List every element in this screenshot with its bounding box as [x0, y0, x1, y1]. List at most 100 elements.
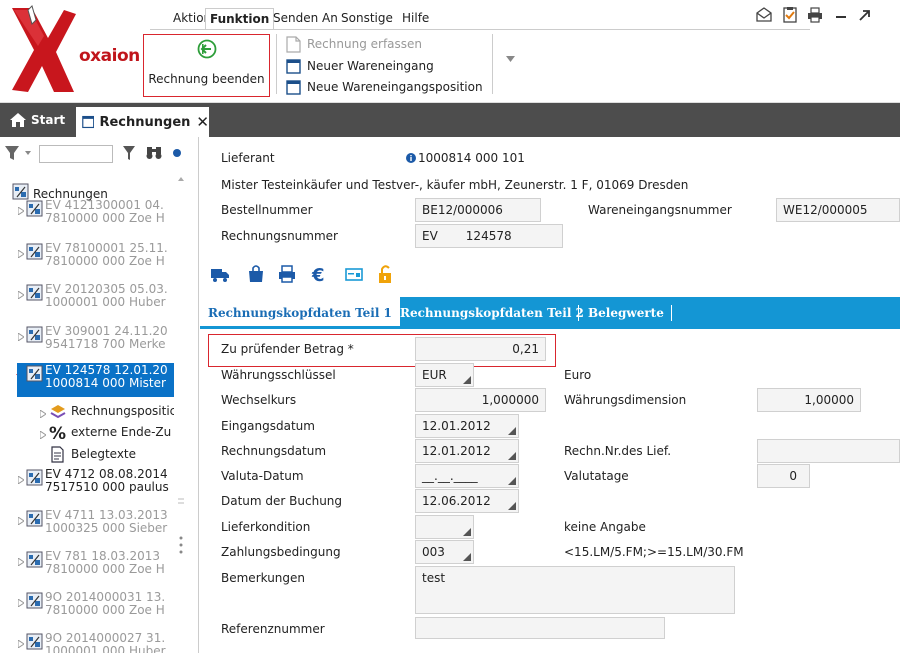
invoice-icon: [26, 510, 43, 527]
rechnr-lief-label: Rechn.Nr.des Lief.: [564, 444, 672, 458]
tab-kopfdaten-1[interactable]: Rechnungskopfdaten Teil 1: [200, 297, 400, 329]
wareneingangsnummer-field[interactable]: WE12/000005: [776, 198, 900, 222]
waehrung-dropdown[interactable]: EUR: [415, 363, 474, 387]
menu-funktion[interactable]: Funktion: [205, 8, 275, 30]
tree-item-subtitle: 7810000 000 Zoe H: [45, 562, 165, 576]
valutatage-field[interactable]: 0: [757, 464, 810, 488]
ribbon: oxaion Aktion Funktion Senden An Sonstig…: [0, 0, 900, 103]
tree-filter-input[interactable]: [39, 145, 113, 163]
print-icon[interactable]: [277, 264, 297, 284]
tree-expand-icon[interactable]: [17, 288, 25, 300]
truck-icon[interactable]: [210, 264, 230, 284]
close-icon[interactable]: ✕: [196, 113, 209, 131]
wechselkurs-field[interactable]: 1,000000: [415, 388, 546, 412]
chevron-down-icon[interactable]: [506, 56, 515, 62]
tree-child-item[interactable]: externe Ende-Zu: [71, 426, 174, 439]
lieferkondition-text: keine Angabe: [564, 520, 646, 534]
tree-item[interactable]: EV 4712 08.08.2014 7517510 000 paulus: [45, 468, 175, 494]
buchung-label: Datum der Buchung: [221, 494, 343, 508]
lieferant-value[interactable]: 1000814 000 101: [418, 151, 525, 165]
eingangsdatum-label: Eingangsdatum: [221, 419, 315, 433]
tree-item[interactable]: EV 4121300001 04. 7810000 000 Zoe H: [45, 199, 175, 225]
tree-expand-icon[interactable]: [17, 637, 25, 649]
eingangsdatum-field[interactable]: 12.01.2012: [415, 414, 519, 438]
invoice-folder-icon: [12, 183, 29, 200]
wechselkurs-label: Wechselkurs: [221, 393, 297, 407]
tree-item-subtitle: 1000001 000 Huber: [45, 644, 166, 653]
rechnr-lief-field[interactable]: [757, 439, 900, 463]
bestellnummer-label: Bestellnummer: [221, 203, 313, 217]
tree-item[interactable]: EV 124578 12.01.20 1000814 000 Mister: [45, 364, 175, 390]
tree-item[interactable]: EV 20120305 05.03. 1000001 000 Huber: [45, 283, 175, 309]
rechnungsdatum-field[interactable]: 12.01.2012: [415, 439, 519, 463]
window-icon: [82, 115, 95, 129]
tree-item[interactable]: 9O 2014000031 13. 7810000 000 Zoe H: [45, 591, 175, 617]
tree-expand-icon[interactable]: [17, 330, 25, 342]
tree-item[interactable]: EV 78100001 25.11. 7810000 000 Zoe H: [45, 242, 175, 268]
ribbon-separator: [492, 34, 493, 94]
window-icon: [286, 79, 301, 95]
sidebar-tree: Rechnungen EV 4121300001 04. 7810000 000 …: [0, 137, 199, 653]
invoice-icon: [26, 469, 43, 486]
buchung-field[interactable]: 12.06.2012: [415, 489, 519, 513]
finish-invoice-button[interactable]: Rechnung beenden: [143, 34, 270, 97]
mail-icon[interactable]: [755, 6, 773, 24]
filter-icon[interactable]: [122, 145, 136, 161]
filter-dropdown-icon[interactable]: [4, 145, 34, 161]
shopping-bag-icon[interactable]: [246, 264, 266, 284]
tree-item-subtitle: 1000001 000 Huber: [45, 295, 166, 309]
tab-rechnungen[interactable]: Rechnungen ✕: [76, 107, 209, 137]
bestellnummer-field[interactable]: BE12/000006: [415, 198, 541, 222]
valuta-field[interactable]: __.__.____: [415, 464, 519, 488]
lieferkondition-label: Lieferkondition: [221, 520, 311, 534]
card-icon[interactable]: [344, 264, 364, 284]
invoice-detail-panel: Lieferant 1000814 000 101 Mister Testein…: [200, 137, 900, 653]
lieferkondition-dropdown[interactable]: [415, 515, 474, 539]
scrollbar[interactable]: [174, 173, 188, 643]
tree-child-item[interactable]: Belegtexte: [71, 448, 174, 461]
tree-expand-icon[interactable]: [17, 555, 25, 567]
menu-senden-an[interactable]: Senden An: [273, 11, 338, 25]
create-invoice-command[interactable]: Rechnung erfassen: [286, 34, 422, 54]
tab-start[interactable]: Start: [0, 103, 72, 137]
expand-icon[interactable]: [855, 6, 873, 24]
tree-expand-icon[interactable]: [17, 514, 25, 526]
euro-icon[interactable]: €: [310, 264, 330, 284]
rechnungsdatum-label: Rechnungsdatum: [221, 444, 327, 458]
bemerkungen-textarea[interactable]: test: [415, 566, 735, 614]
tree-expand-icon[interactable]: [39, 428, 47, 440]
bemerkungen-label: Bemerkungen: [221, 571, 306, 585]
rechnungsnummer-field[interactable]: EV 124578: [415, 224, 563, 248]
tree-item[interactable]: EV 781 18.03.2013 7810000 000 Zoe H: [45, 550, 175, 576]
supplier-address: Mister Testeinkäufer und Testver-, käufe…: [221, 178, 689, 192]
new-goods-receipt-position-command[interactable]: Neue Wareneingangsposition: [286, 77, 483, 97]
tree-child-item[interactable]: Rechnungspositic: [71, 405, 174, 418]
wdim-field[interactable]: 1,00000: [757, 388, 861, 412]
betrag-field[interactable]: 0,21: [415, 337, 546, 361]
new-goods-receipt-command[interactable]: Neuer Wareneingang: [286, 56, 434, 76]
tree-item[interactable]: 9O 2014000027 31. 1000001 000 Huber: [45, 632, 175, 653]
tree-expand-icon[interactable]: [17, 204, 25, 216]
tree-expand-icon[interactable]: [17, 596, 25, 608]
unlock-icon[interactable]: [375, 264, 395, 284]
tab-belegwerte[interactable]: Belegwerte: [588, 297, 664, 329]
tree-expand-icon[interactable]: [17, 473, 25, 485]
checklist-icon[interactable]: [781, 6, 799, 24]
tree-item[interactable]: EV 309001 24.11.20 9541718 700 Merke: [45, 325, 175, 351]
menu-sonstige[interactable]: Sonstige: [341, 11, 393, 25]
referenz-field[interactable]: [415, 617, 665, 639]
zahlung-dropdown[interactable]: 003: [415, 540, 474, 564]
binoculars-icon[interactable]: [145, 144, 163, 160]
menu-hilfe[interactable]: Hilfe: [402, 11, 429, 25]
info-icon[interactable]: [406, 153, 416, 163]
tree-item[interactable]: EV 4711 13.03.2013 1000325 000 Sieber: [45, 509, 175, 535]
print-icon[interactable]: [806, 6, 824, 24]
wareneingangsnummer-label: Wareneingangsnummer: [588, 203, 732, 217]
tab-separator: [671, 305, 672, 321]
tree-expand-icon[interactable]: [17, 247, 25, 259]
minimize-icon[interactable]: [832, 6, 850, 24]
tab-kopfdaten-2[interactable]: Rechnungskopfdaten Teil 2: [400, 297, 584, 329]
rechnungsnummer-label: Rechnungsnummer: [221, 229, 338, 243]
tree-item-subtitle: 7810000 000 Zoe H: [45, 603, 165, 617]
tree-expand-icon[interactable]: [39, 407, 47, 419]
